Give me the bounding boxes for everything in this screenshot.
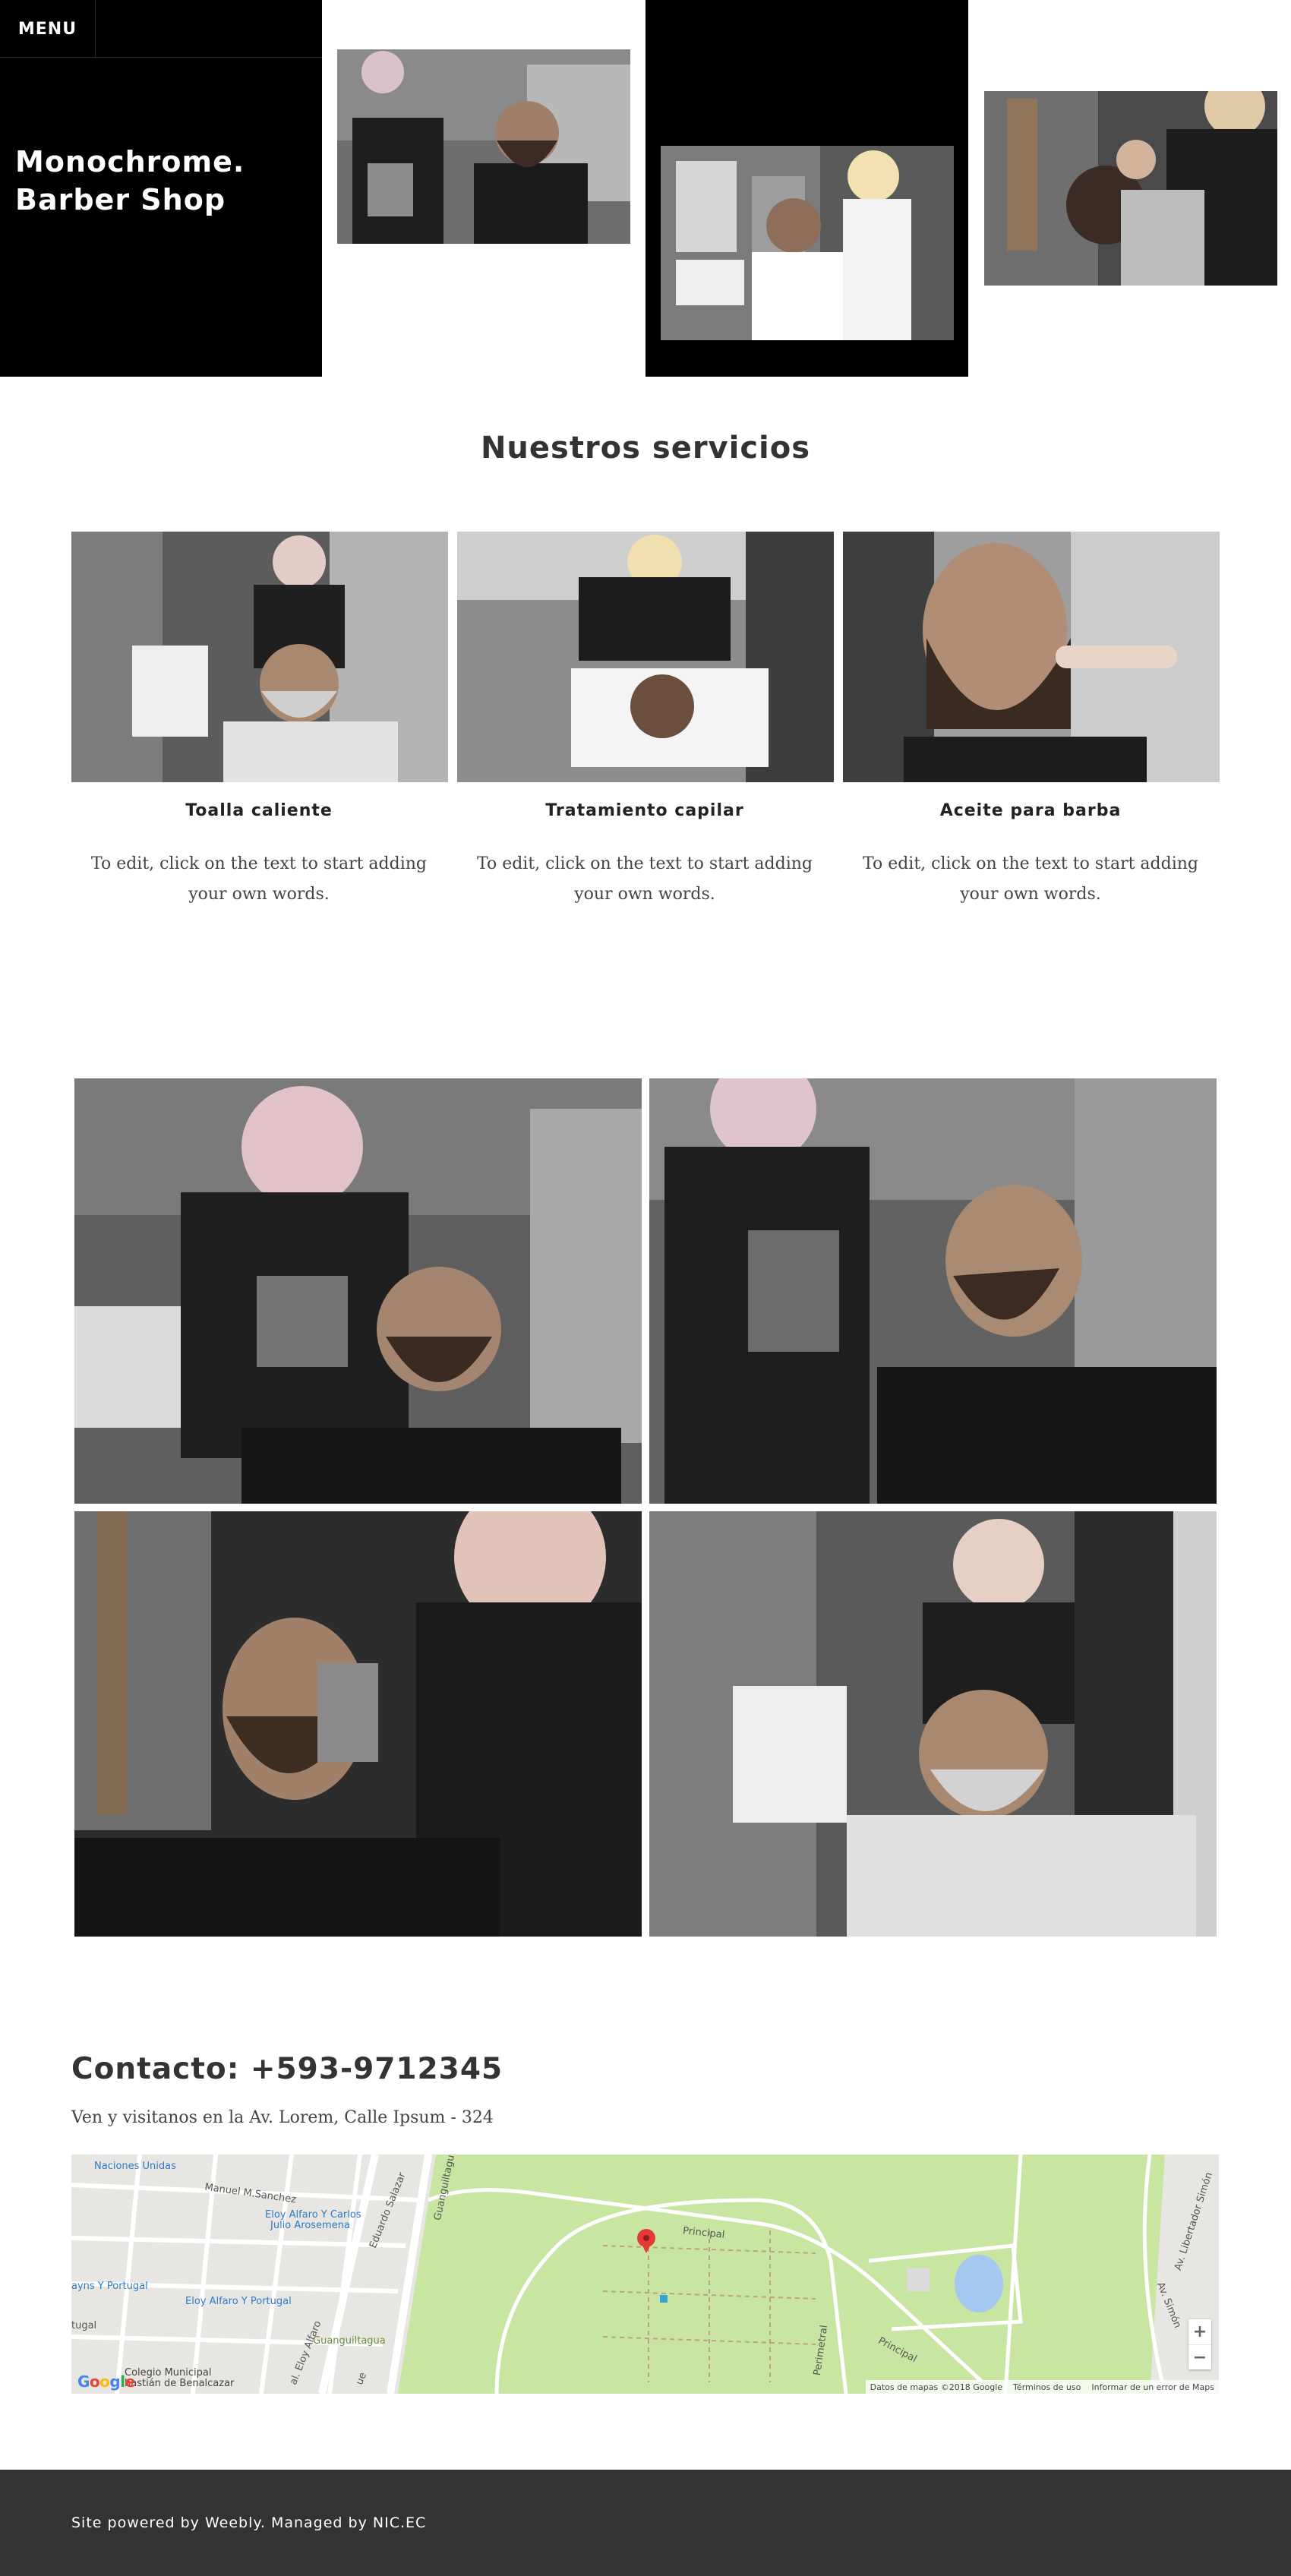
site-title-line1: Monochrome. bbox=[15, 145, 245, 178]
map-label-colegio-1: Colegio Municipal bbox=[125, 2367, 212, 2379]
service-text-2[interactable]: To edit, click on the text to start addi… bbox=[457, 849, 832, 910]
map-label-julio: Julio Arosemena bbox=[270, 2220, 350, 2231]
top-bar: MENU bbox=[0, 0, 322, 58]
site-title-line2: Barber Shop bbox=[15, 183, 226, 216]
header-photo-3 bbox=[984, 91, 1277, 286]
menu-button[interactable]: MENU bbox=[0, 0, 96, 58]
service-photo-towel bbox=[71, 532, 448, 782]
map-report-link[interactable]: Informar de un error de Maps bbox=[1091, 2382, 1214, 2392]
google-logo: Google bbox=[77, 2372, 135, 2391]
site-footer: Site powered by Weebly. Managed by NIC.E… bbox=[0, 2470, 1291, 2576]
location-map[interactable]: Naciones Unidas Manuel M.Sanchez Eloy Al… bbox=[71, 2155, 1219, 2394]
map-label-guanguiltagua: Guanguiltagua bbox=[313, 2335, 386, 2347]
gallery-photo-1[interactable] bbox=[74, 1078, 642, 1504]
gallery-photo-3[interactable] bbox=[74, 1511, 642, 1937]
service-title-1: Toalla caliente bbox=[185, 801, 333, 820]
service-text-3[interactable]: To edit, click on the text to start addi… bbox=[843, 849, 1218, 910]
contact-address: Ven y visitanos en la Av. Lorem, Calle I… bbox=[71, 2108, 494, 2127]
service-photo-hair bbox=[457, 532, 834, 782]
map-label-portugal-2: tugal bbox=[71, 2320, 97, 2331]
map-label-colegio-2: bastián de Benalcazar bbox=[125, 2378, 235, 2389]
gallery-photo-2[interactable] bbox=[649, 1078, 1217, 1504]
gallery-photo-4[interactable] bbox=[649, 1511, 1217, 1937]
service-photo-beard-oil bbox=[843, 532, 1220, 782]
contact-title: Contacto: +593-9712345 bbox=[71, 2052, 503, 2086]
zoom-in-button[interactable]: + bbox=[1188, 2319, 1211, 2344]
map-data-credit: Datos de mapas ©2018 Google bbox=[870, 2382, 1003, 2392]
map-label-naciones: Naciones Unidas bbox=[94, 2161, 176, 2172]
map-zoom-control: + − bbox=[1188, 2319, 1211, 2369]
header-photo-2 bbox=[661, 146, 954, 340]
zoom-out-button[interactable]: − bbox=[1188, 2344, 1211, 2369]
map-label-eloy-portugal: Eloy Alfaro Y Portugal bbox=[185, 2296, 292, 2307]
map-attribution: Datos de mapas ©2018 Google Términos de … bbox=[865, 2380, 1219, 2394]
service-title-3: Aceite para barba bbox=[939, 801, 1122, 820]
service-title-2: Tratamiento capilar bbox=[545, 801, 744, 820]
map-label-portugal-1: ayns Y Portugal bbox=[71, 2281, 148, 2292]
header-photo-1 bbox=[337, 49, 630, 244]
service-text-1[interactable]: To edit, click on the text to start addi… bbox=[71, 849, 447, 910]
services-heading: Nuestros servicios bbox=[480, 431, 811, 466]
map-terms-link[interactable]: Términos de uso bbox=[1013, 2382, 1081, 2392]
site-title[interactable]: Monochrome. Barber Shop bbox=[15, 143, 304, 219]
footer-credits[interactable]: Site powered by Weebly. Managed by NIC.E… bbox=[71, 2514, 426, 2531]
map-label-eloy-carlos: Eloy Alfaro Y Carlos bbox=[265, 2209, 361, 2221]
